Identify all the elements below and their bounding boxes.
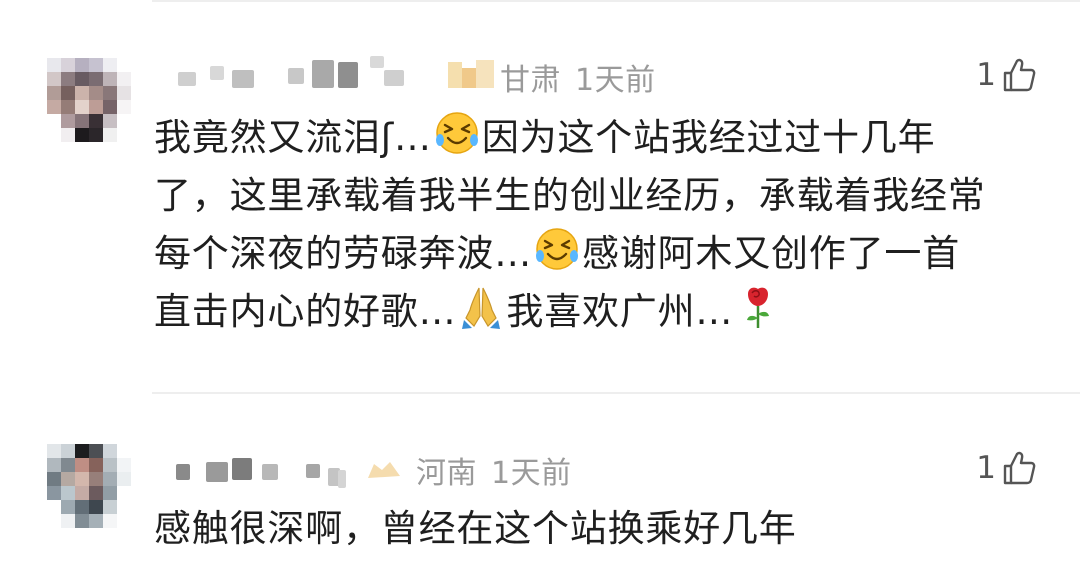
comment-line: 每个深夜的劳碌奔波… 感谢阿木又创作了一首 [154,225,1054,283]
comment-item: 河南 1天前 1 感触很深啊，曾经在这个站换乘好几年 [0,394,1080,571]
location-label: 甘肃 [500,63,561,98]
comment-line: 了，这里承载着我半生的创业经历，承载着我经常 [154,174,986,217]
rose-icon [747,287,770,328]
comment-text: 我竟然又流泪ʃ… 因为这个站我经过过十几年 了，这里承载着我半生的创业经历，承载着… [154,109,1054,341]
like-button[interactable]: 1 [976,448,1036,488]
folded-hands-icon [462,287,501,329]
comment-meta: 甘肃 1天前 [500,55,656,99]
comment-line: 感触很深啊，曾经在这个站换乘好几年 [154,507,797,550]
like-button[interactable]: 1 [976,55,1036,95]
text-segment: 我喜欢广州… [506,290,734,333]
avatar[interactable] [47,58,131,142]
comment-meta: 河南 1天前 [416,448,572,492]
like-count: 1 [976,450,996,486]
thumbs-up-outline-icon [1003,451,1036,485]
like-count: 1 [976,57,996,93]
comment-line: 直击内心的好歌… 我喜欢广州… [154,283,1054,341]
comment-text: 感触很深啊，曾经在这个站换乘好几年 [154,500,1054,558]
comment-line: 我竟然又流泪ʃ… 因为这个站我经过过十几年 [154,109,1054,167]
comment-item: 甘肃 1天前 1 我竟然又流泪ʃ… 因为这个站我经过过十几年 了，这里承载着我半生的… [0,0,1080,392]
user-badge-icon [366,458,402,480]
text-segment: 因为这个站我经过过十几年 [481,116,936,159]
grinning-squint-tears-icon [536,228,578,270]
thumbs-up-outline-icon [1003,58,1036,92]
location-label: 河南 [416,456,477,491]
timestamp: 1天前 [491,456,572,491]
text-segment: 感谢阿木又创作了一首 [582,232,960,275]
timestamp: 1天前 [575,63,656,98]
text-segment: 我竟然又流泪ʃ… [154,116,432,159]
text-segment: 直击内心的好歌… [154,290,457,333]
username-blurred[interactable] [170,448,390,488]
text-segment: 每个深夜的劳碌奔波… [154,232,532,275]
user-badge-icon [448,58,496,92]
avatar[interactable] [47,444,131,528]
grinning-squint-tears-icon [435,112,478,154]
username-blurred[interactable] [170,52,450,92]
